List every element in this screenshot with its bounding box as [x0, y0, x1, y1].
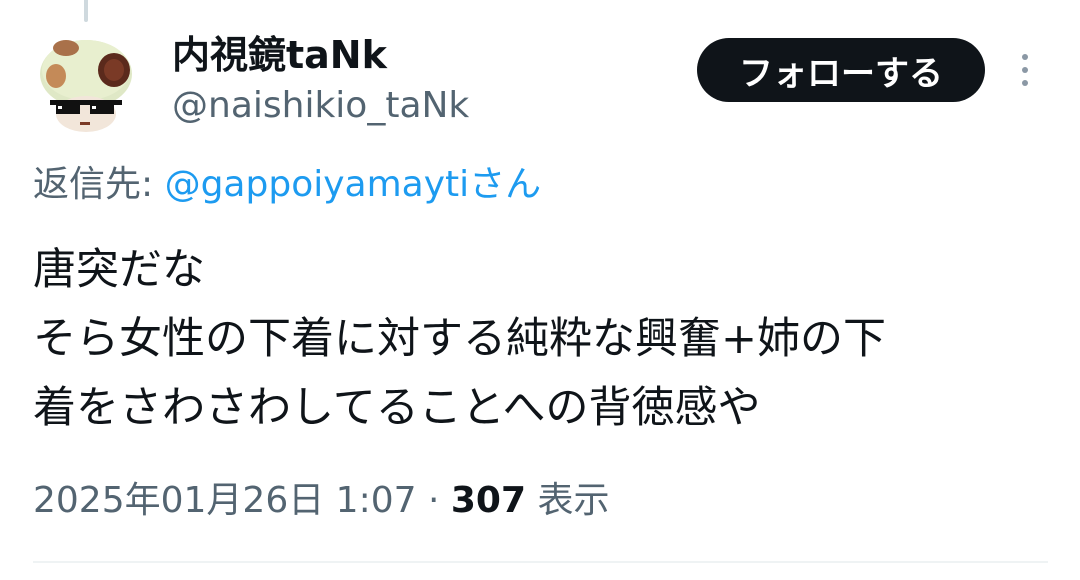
author-handle[interactable]: @naishikio_taNk: [172, 84, 469, 128]
tweet-text-line: 着をさわさわしてることへの背徳感や: [33, 383, 761, 433]
tweet-metadata: 2025年01月26日 1:07 · 307 表示: [33, 478, 609, 524]
more-vertical-icon-dot: [1022, 67, 1028, 73]
more-vertical-icon-dot: [1022, 80, 1028, 86]
reply-to-mention-link[interactable]: @gappoiyamayti: [165, 164, 470, 205]
avatar[interactable]: [30, 26, 142, 138]
views-count: 307: [450, 480, 527, 521]
views-label: 表示: [526, 480, 610, 521]
divider: [33, 561, 1048, 563]
mushroom-with-sunglasses-avatar-icon: [40, 40, 132, 132]
thread-connector-line: [84, 0, 88, 22]
tweet-text-line: そら女性の下着に対する純粋な興奮+姉の下: [33, 314, 887, 364]
tweet-text-line: 唐突だな: [33, 245, 205, 295]
tweet-text: 唐突だな そら女性の下着に対する純粋な興奮+姉の下 着をさわさわしてることへの背…: [33, 236, 1043, 443]
reply-to-suffix[interactable]: さん: [469, 164, 541, 205]
author-display-name[interactable]: 内視鏡taNk: [172, 32, 387, 78]
meta-separator: ·: [416, 480, 451, 521]
more-vertical-icon: [1022, 54, 1028, 60]
follow-button[interactable]: フォローする: [697, 38, 985, 102]
more-options-button[interactable]: [1010, 48, 1040, 92]
reply-to-label: 返信先: @gappoiyamaytiさん: [33, 162, 541, 208]
tweet-timestamp[interactable]: 2025年01月26日 1:07: [33, 480, 417, 521]
reply-to-prefix: 返信先:: [33, 164, 165, 205]
